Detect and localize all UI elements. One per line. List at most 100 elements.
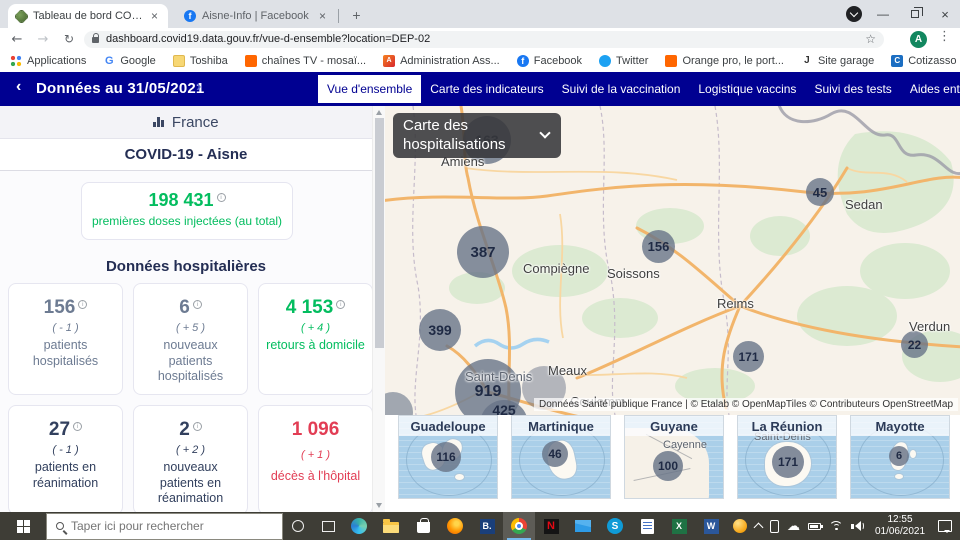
card-deces-hopital[interactable]: 1 096 ( + 1 ) décès à l'hôpital [258,405,373,512]
tab-close-icon[interactable]: × [149,9,160,23]
bookmark-twitter[interactable]: Twitter [599,55,648,67]
cortana-button[interactable] [283,512,313,540]
battery-icon[interactable] [808,523,821,530]
profile-avatar[interactable]: A [910,31,927,48]
tray-expand-icon[interactable] [754,523,764,533]
info-icon[interactable]: i [73,422,82,431]
bookmark-chaines-tv[interactable]: chaînes TV - mosaï... [245,55,366,67]
task-view-button[interactable] [313,512,343,540]
menu-carte-indicateurs[interactable]: Carte des indicateurs [421,75,552,103]
territory-title: Guadeloupe [399,416,497,436]
stat-value: 27i [9,419,122,441]
phone-link-icon[interactable] [770,520,779,533]
scroll-down-icon[interactable] [376,503,382,508]
territory-bubble[interactable]: 116 [431,442,461,472]
taskbar-mail[interactable] [567,512,599,540]
bookmark-star-icon[interactable]: ☆ [865,32,876,46]
tab-covid-dashboard[interactable]: Tableau de bord COVID-19 Suivi × [8,4,168,28]
map-bubble-387[interactable]: 387 [457,226,509,278]
window-restore-button[interactable] [900,0,930,28]
map-bubble-399[interactable]: 399 [419,309,461,351]
onedrive-icon[interactable]: ☁ [787,520,800,533]
map-bubble-156[interactable]: 156 [642,230,675,263]
wifi-icon[interactable] [829,521,843,532]
menu-vue-densemble[interactable]: Vue d'ensemble [318,75,421,103]
tray-app-icon[interactable] [733,519,747,533]
taskbar-edge[interactable] [343,512,375,540]
territory-la-reunion[interactable]: Saint-Denis 171 La Réunion [737,415,837,499]
url-text[interactable]: dashboard.covid19.data.gouv.fr/vue-d-ens… [106,33,858,45]
territory-guyane[interactable]: Cayenne 100 Guyane [624,415,724,499]
card-nouveaux-reanimation[interactable]: 2i ( + 2 ) nouveaux patients en réanimat… [133,405,248,512]
menu-aides-entreprises[interactable]: Aides entreprises [901,75,960,103]
new-tab-button[interactable]: + [348,6,365,23]
map-bubble-22[interactable]: 22 [901,331,928,358]
bookmark-facebook[interactable]: fFacebook [517,55,582,67]
card-patients-hospitalises[interactable]: 156i ( - 1 ) patients hospitalisés [8,283,123,395]
search-input[interactable] [71,519,251,533]
sidebar-scrollbar[interactable] [372,106,385,512]
info-icon[interactable]: i [193,422,202,431]
info-icon[interactable]: i [217,193,226,202]
taskbar-explorer[interactable] [375,512,407,540]
info-icon[interactable]: i [336,300,345,309]
action-center-icon[interactable] [938,520,952,532]
bookmark-orange-pro[interactable]: Orange pro, le port... [665,55,784,67]
vaccine-doses-card[interactable]: 198 431i premières doses injectées (au t… [81,182,293,240]
territory-mayotte[interactable]: 6 Mayotte [850,415,950,499]
taskbar-notes[interactable] [631,512,663,540]
address-bar[interactable]: dashboard.covid19.data.gouv.fr/vue-d-ens… [84,31,884,48]
bookmark-cotizasso[interactable]: CCotizasso - Collecte... [891,55,960,67]
territory-bubble[interactable]: 171 [772,446,804,478]
map-layer-selector[interactable]: Carte des hospitalisations [393,113,561,158]
taskbar-chrome-active[interactable] [503,512,535,540]
territory-bubble[interactable]: 6 [889,446,909,466]
window-minimize-button[interactable]: — [868,0,898,28]
territory-bubble[interactable]: 46 [542,441,568,467]
map-bubble-171[interactable]: 171 [733,341,764,372]
browser-menu-icon[interactable]: ⋮ [938,29,951,44]
bookmark-site-garage[interactable]: JSite garage [801,55,874,67]
vaccine-doses-value: 198 431i [82,190,292,211]
info-icon[interactable]: i [78,300,87,309]
bookmark-google[interactable]: GGoogle [103,55,155,67]
tab-facebook[interactable]: f Aisne-Info | Facebook × [176,4,336,28]
back-icon[interactable]: ← [6,28,28,50]
bookmark-applications[interactable]: Applications [10,55,86,67]
taskbar-clock[interactable]: 12:55 01/06/2021 [872,514,928,538]
taskbar-firefox[interactable] [439,512,471,540]
bookmark-label: Applications [27,55,86,67]
tab-close-icon[interactable]: × [317,9,328,23]
menu-logistique-vaccins[interactable]: Logistique vaccins [689,75,805,103]
taskbar-store[interactable] [407,512,439,540]
region-selector[interactable]: France [0,106,372,139]
taskbar-excel[interactable]: X [663,512,695,540]
hospitalisations-map[interactable]: Amiens Compiègne Soissons Reims Sedan Ve… [385,106,960,415]
card-nouveaux-hospitalises[interactable]: 6i ( + 5 ) nouveaux patients hospitalisé… [133,283,248,395]
info-icon[interactable]: i [193,300,202,309]
scrollbar-thumb[interactable] [375,118,384,348]
reload-icon[interactable]: ↻ [58,28,80,50]
prev-date-icon[interactable]: ‹ [16,78,21,96]
menu-suivi-vaccination[interactable]: Suivi de la vaccination [553,75,690,103]
taskbar-search[interactable] [46,513,283,540]
taskbar-word[interactable]: W [695,512,727,540]
taskbar-netflix[interactable]: N [535,512,567,540]
volume-icon[interactable] [851,521,864,531]
scroll-up-icon[interactable] [376,110,382,115]
start-button[interactable] [0,512,46,540]
card-retours-domicile[interactable]: 4 153i ( + 4 ) retours à domicile [258,283,373,395]
window-close-button[interactable]: × [930,0,960,28]
map-bubble-45[interactable]: 45 [806,178,834,206]
territory-guadeloupe[interactable]: 116 Guadeloupe [398,415,498,499]
territory-martinique[interactable]: 46 Martinique [511,415,611,499]
tab-search-icon[interactable] [846,6,862,22]
menu-suivi-tests[interactable]: Suivi des tests [805,75,900,103]
territory-bubble[interactable]: 100 [653,451,683,481]
next-date-icon[interactable]: › [196,78,201,96]
taskbar-skype[interactable]: S [599,512,631,540]
card-patients-reanimation[interactable]: 27i ( - 1 ) patients en réanimation [8,405,123,512]
bookmark-administration[interactable]: AAdministration Ass... [383,55,500,67]
taskbar-bing[interactable]: B. [471,512,503,540]
bookmark-toshiba[interactable]: Toshiba [173,55,228,67]
